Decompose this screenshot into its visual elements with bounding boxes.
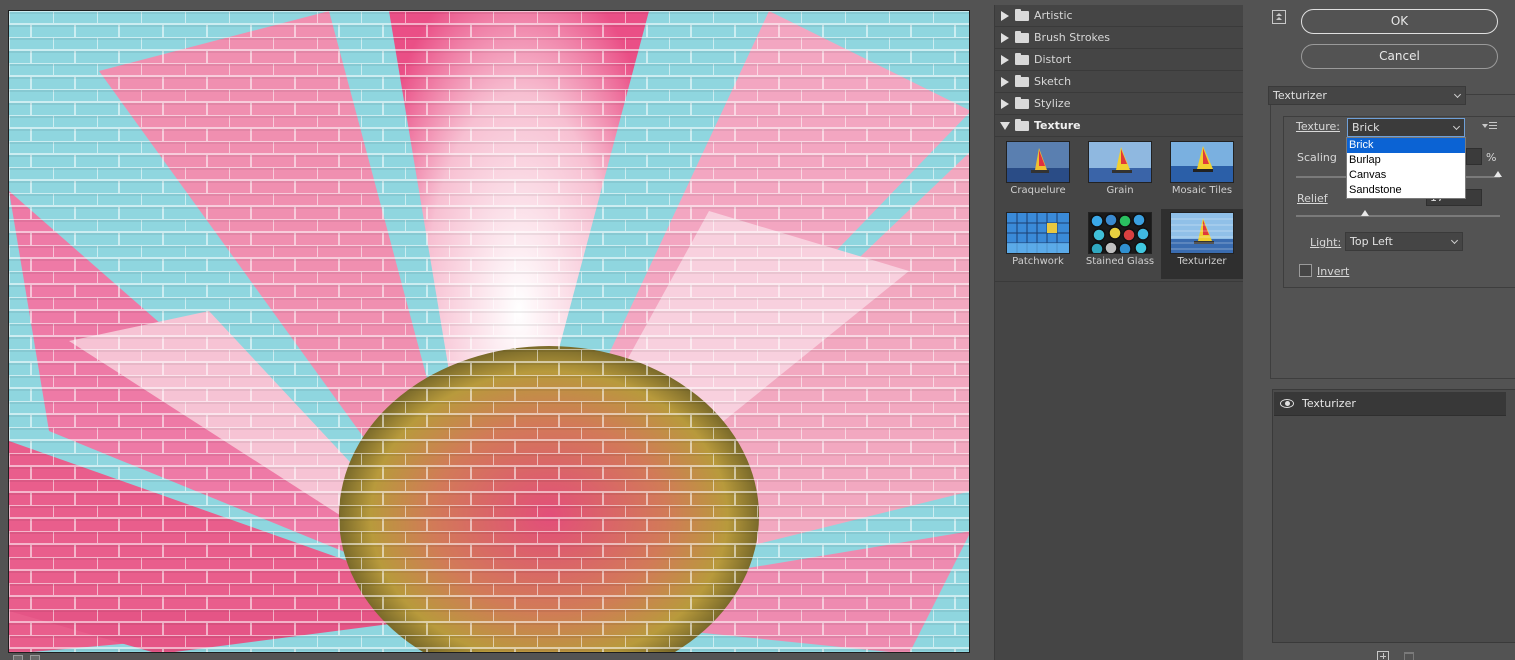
light-label: Light: bbox=[1310, 236, 1341, 249]
filter-select-value: Texturizer bbox=[1273, 89, 1327, 102]
scaling-input[interactable] bbox=[1466, 148, 1482, 165]
eye-icon[interactable] bbox=[1280, 399, 1294, 408]
texture-select[interactable]: Brick bbox=[1347, 118, 1465, 137]
thumb-texturizer[interactable]: Texturizer bbox=[1161, 209, 1243, 279]
thumbnail-label: Patchwork bbox=[1012, 256, 1064, 267]
texture-option-sandstone[interactable]: Sandstone bbox=[1347, 183, 1465, 198]
folder-icon bbox=[1015, 74, 1029, 87]
texture-label: Texture: bbox=[1296, 120, 1340, 133]
zoom-in-button[interactable] bbox=[30, 655, 40, 660]
invert-label-text: Invert bbox=[1317, 265, 1350, 278]
menu-lines-icon bbox=[1489, 122, 1497, 129]
thumbnail-image bbox=[1088, 141, 1152, 183]
expand-arrow-icon bbox=[1001, 10, 1009, 21]
light-select[interactable]: Top Left bbox=[1345, 232, 1463, 251]
new-effect-layer-icon[interactable] bbox=[1377, 651, 1389, 660]
thumb-patchwork[interactable]: Patchwork bbox=[997, 209, 1079, 279]
preview-canvas[interactable] bbox=[8, 10, 970, 653]
settings-panel: OK Cancel Texturizer Texture: Brick Scal… bbox=[1252, 0, 1515, 660]
expand-arrow-icon bbox=[1001, 98, 1009, 109]
chevron-down-icon bbox=[1453, 90, 1462, 99]
chevron-down-icon bbox=[1452, 122, 1461, 131]
category-sketch[interactable]: Sketch bbox=[995, 71, 1243, 93]
ok-button[interactable]: OK bbox=[1301, 9, 1498, 34]
folder-icon bbox=[1015, 30, 1029, 43]
thumb-craquelure[interactable]: Craquelure bbox=[997, 138, 1079, 208]
expand-arrow-icon bbox=[1001, 32, 1009, 43]
thumbnail-image bbox=[1088, 212, 1152, 254]
category-label: Brush Strokes bbox=[1034, 31, 1111, 44]
thumb-mosaic-tiles[interactable]: Mosaic Tiles bbox=[1161, 138, 1243, 208]
invert-checkbox[interactable] bbox=[1299, 264, 1312, 277]
trash-icon[interactable] bbox=[1404, 652, 1414, 660]
thumbnail-label: Craquelure bbox=[1010, 185, 1066, 196]
folder-icon bbox=[1015, 118, 1029, 131]
category-distort[interactable]: Distort bbox=[995, 49, 1243, 71]
thumbnail-label: Grain bbox=[1106, 185, 1134, 196]
texture-option-canvas[interactable]: Canvas bbox=[1347, 168, 1465, 183]
invert-label: Invert bbox=[1317, 265, 1349, 278]
relief-slider[interactable] bbox=[1296, 215, 1500, 217]
thumbnail-label: Mosaic Tiles bbox=[1171, 185, 1233, 196]
thumbnail-image bbox=[1170, 141, 1234, 183]
chevron-down-icon bbox=[1450, 236, 1459, 245]
scaling-label: Scaling bbox=[1297, 151, 1337, 164]
light-label-text: Light: bbox=[1310, 236, 1342, 249]
category-label: Distort bbox=[1034, 53, 1072, 66]
category-label: Artistic bbox=[1034, 9, 1073, 22]
category-label: Texture bbox=[1034, 119, 1081, 132]
thumbnail-label: Texturizer bbox=[1177, 256, 1227, 267]
folder-icon bbox=[1015, 52, 1029, 65]
texture-select-value: Brick bbox=[1352, 121, 1380, 134]
category-artistic[interactable]: Artistic bbox=[995, 5, 1243, 27]
effect-layers-panel: Texturizer bbox=[1272, 389, 1515, 643]
preview-image bbox=[9, 11, 969, 652]
relief-label: Relief bbox=[1297, 192, 1328, 205]
relief-label-text: Relief bbox=[1297, 192, 1328, 205]
texture-option-brick[interactable]: Brick bbox=[1347, 138, 1465, 153]
thumb-grain[interactable]: Grain bbox=[1079, 138, 1161, 208]
collapse-gallery-icon[interactable] bbox=[1272, 10, 1286, 24]
filter-gallery: Artistic Brush Strokes Distort Sketch St… bbox=[994, 5, 1243, 660]
category-label: Sketch bbox=[1034, 75, 1072, 88]
thumbnail-image bbox=[1170, 212, 1234, 254]
relief-slider-handle[interactable] bbox=[1361, 210, 1369, 216]
scaling-slider-handle[interactable] bbox=[1494, 171, 1502, 177]
texture-dropdown-list: Brick Burlap Canvas Sandstone bbox=[1346, 137, 1466, 199]
effect-layer-name: Texturizer bbox=[1302, 397, 1356, 410]
thumbnail-label: Stained Glass bbox=[1085, 256, 1155, 267]
cancel-button[interactable]: Cancel bbox=[1301, 44, 1498, 69]
effect-layer-row[interactable]: Texturizer bbox=[1274, 392, 1506, 416]
category-stylize[interactable]: Stylize bbox=[995, 93, 1243, 115]
category-label: Stylize bbox=[1034, 97, 1071, 110]
menu-triangle-icon bbox=[1482, 124, 1488, 128]
folder-icon bbox=[1015, 96, 1029, 109]
expand-arrow-icon bbox=[1001, 76, 1009, 87]
light-select-value: Top Left bbox=[1350, 235, 1393, 248]
texture-thumbnails: Craquelure Grain Mosaic Tiles Patchwork bbox=[995, 137, 1243, 282]
thumbnail-image bbox=[1006, 212, 1070, 254]
collapse-arrow-icon bbox=[1000, 121, 1010, 130]
expand-arrow-icon bbox=[1001, 54, 1009, 65]
texture-label-text: Texture: bbox=[1296, 120, 1340, 133]
zoom-out-button[interactable] bbox=[13, 655, 23, 660]
thumbnail-image bbox=[1006, 141, 1070, 183]
filter-select[interactable]: Texturizer bbox=[1268, 86, 1466, 105]
folder-icon bbox=[1015, 8, 1029, 21]
thumb-stained-glass[interactable]: Stained Glass bbox=[1079, 209, 1161, 279]
texture-option-burlap[interactable]: Burlap bbox=[1347, 153, 1465, 168]
scaling-unit: % bbox=[1486, 151, 1497, 164]
category-brush-strokes[interactable]: Brush Strokes bbox=[995, 27, 1243, 49]
category-texture[interactable]: Texture bbox=[995, 115, 1243, 137]
preview-area bbox=[0, 0, 988, 660]
